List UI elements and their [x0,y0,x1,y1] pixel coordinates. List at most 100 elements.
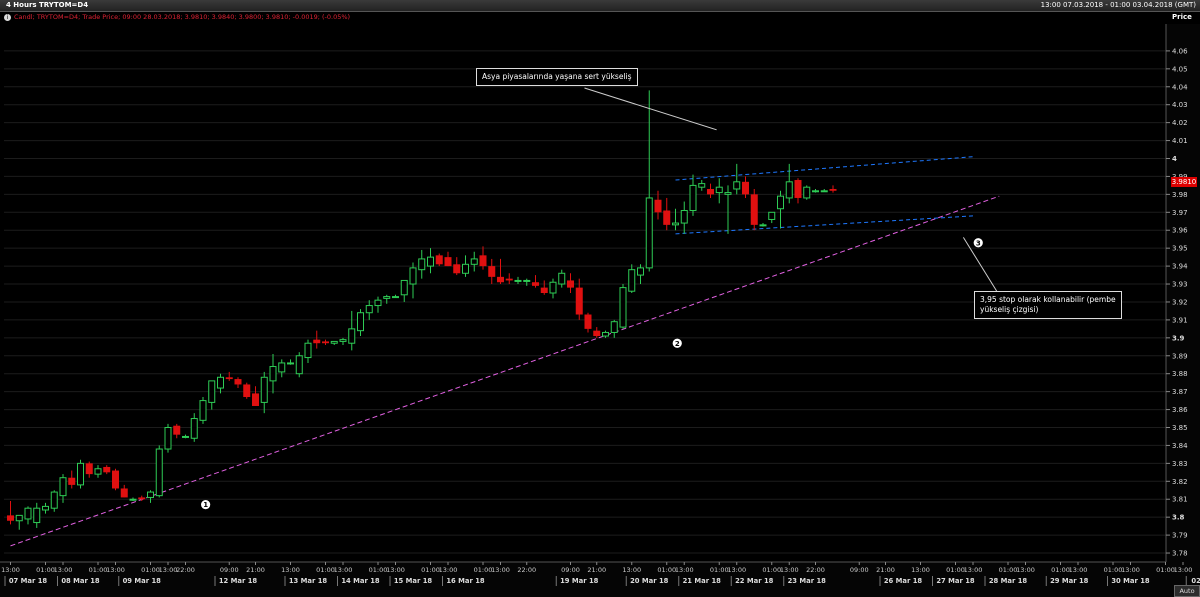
time-tick-label: 13:00 [780,566,799,574]
candle-body-up [278,362,286,373]
candle-body-up [304,342,312,359]
candle-body-down [829,188,837,191]
candle-body-up [147,491,154,498]
candle-body-down [7,515,14,521]
candle-body-up [602,331,609,337]
marker-3-label: 3 [976,239,981,247]
candle-body-down [435,255,443,265]
candle-body-down [444,257,452,267]
candle-body-up [260,376,268,403]
candle-body-up [339,339,347,342]
auto-scale-button[interactable]: Auto [1174,585,1200,597]
time-tick-label: 01:00 [141,566,160,574]
price-tick-label: 3.93 [1172,281,1188,289]
time-tick-label: 01:00 [89,566,108,574]
candle-body-down [453,264,461,274]
candle-body-down [234,379,242,385]
price-tick-label: 3.8 [1172,514,1185,522]
time-tick-label: 13:00 [1,566,20,574]
candle-body-up [427,256,434,267]
candle-body-down [488,266,496,277]
price-tick-label: 3.86 [1172,406,1188,414]
time-axis[interactable]: 13:00 01:0013:00 01:0013:00 01:0013:0022:00… [0,561,1200,597]
time-tick-label: 01:00 [999,566,1018,574]
time-tick-label: 21:00 [246,566,265,574]
candle-body-up [287,362,294,365]
candle-body-up [610,321,618,333]
annotation-stop-level-text: 3,95 stop olarak kollanabilir (pembe yük… [980,295,1116,314]
candle-body-up [812,190,819,193]
candle-body-down [68,477,76,485]
candle-body-up [357,312,364,332]
candle-body-down [322,341,329,344]
candle-body-up [523,279,531,282]
candle-body-up [33,507,41,524]
info-toggle-icon[interactable]: i [4,14,11,21]
date-label: 27 Mar 18 [936,577,975,585]
price-tick-label: 3.96 [1172,227,1188,235]
price-tick-label: 4.03 [1172,101,1188,109]
candle-body-up [77,462,84,486]
candle-body-down [584,314,592,329]
candle-body-down [112,470,119,489]
time-tick-label: 01:00 [1156,566,1175,574]
marker-2-label: 2 [675,340,680,348]
time-tick-label: 13:00 [675,566,694,574]
candle-body-up [628,269,636,292]
date-label: 29 Mar 18 [1050,577,1089,585]
date-label: 09 Mar 18 [123,577,162,585]
candle-body-up [42,505,49,511]
time-tick-label: 01:00 [657,566,676,574]
candle-body-up [59,477,67,497]
marker-1-label: 1 [203,501,208,509]
candle-body-down [497,276,504,283]
price-tick-label: 3.98 [1172,191,1188,199]
price-tick-label: 3.85 [1172,424,1188,432]
candle-body-up [698,183,706,188]
candle-body-up [330,340,338,344]
date-label: 02 Nis 18 [1191,577,1200,585]
time-tick-label: 13:00 [106,566,125,574]
time-tick-label: 01:00 [36,566,55,574]
candle-body-up [759,224,767,227]
chart-title: 4 Hours TRYTOM=D4 [6,1,89,9]
candle-body-down [575,287,583,315]
time-tick-label: 01:00 [369,566,388,574]
time-tick-label: 13:00 [439,566,458,574]
candle-body-down [173,425,181,435]
last-price-tag: 3.9810 [1171,177,1197,187]
time-tick-label: 01:00 [421,566,440,574]
price-tick-label: 3.91 [1172,316,1188,324]
candle-body-up [768,211,776,220]
date-label: 30 Mar 18 [1111,577,1150,585]
time-tick-label: 01:00 [1104,566,1123,574]
price-axis[interactable]: 3.78 3.79 3.8 3.81 3.82 3.83 3.84 3.85 3.86 3.87 3… [1165,24,1200,562]
candle-body-up [15,514,23,522]
annotation-stop-level[interactable]: 3,95 stop olarak kollanabilir (pembe yük… [974,291,1122,319]
candle-body-up [418,258,426,271]
price-tick-label: 3.78 [1172,550,1188,558]
candle-body-down [593,330,601,337]
time-tick-label: 13:00 [727,566,746,574]
price-tick-label: 3.81 [1172,496,1188,504]
price-tick-label: 4.06 [1172,47,1188,55]
candle-body-up [392,296,399,299]
candle-body-up [208,380,216,403]
connector-asia-rally [584,87,717,131]
candle-body-up [164,427,172,450]
candle-body-up [155,448,163,497]
candle-body-up [383,296,391,299]
time-tick-label: 13:00 [159,566,178,574]
candle-body-up [348,328,356,344]
candle-body-up [190,418,198,439]
price-axis-label: Price [1172,13,1192,21]
time-tick-label: 21:00 [876,566,895,574]
candle-body-down [243,384,251,398]
candle-body-down [252,393,259,406]
candle-body-down [479,255,487,267]
annotation-asia-rally[interactable]: Asya piyasalarında yaşana sert yükseliş [476,68,638,86]
time-tick-label: 13:00 [491,566,510,574]
date-label: 20 Mar 18 [630,577,669,585]
candle-body-up [785,181,793,199]
candle-body-down [85,463,93,475]
